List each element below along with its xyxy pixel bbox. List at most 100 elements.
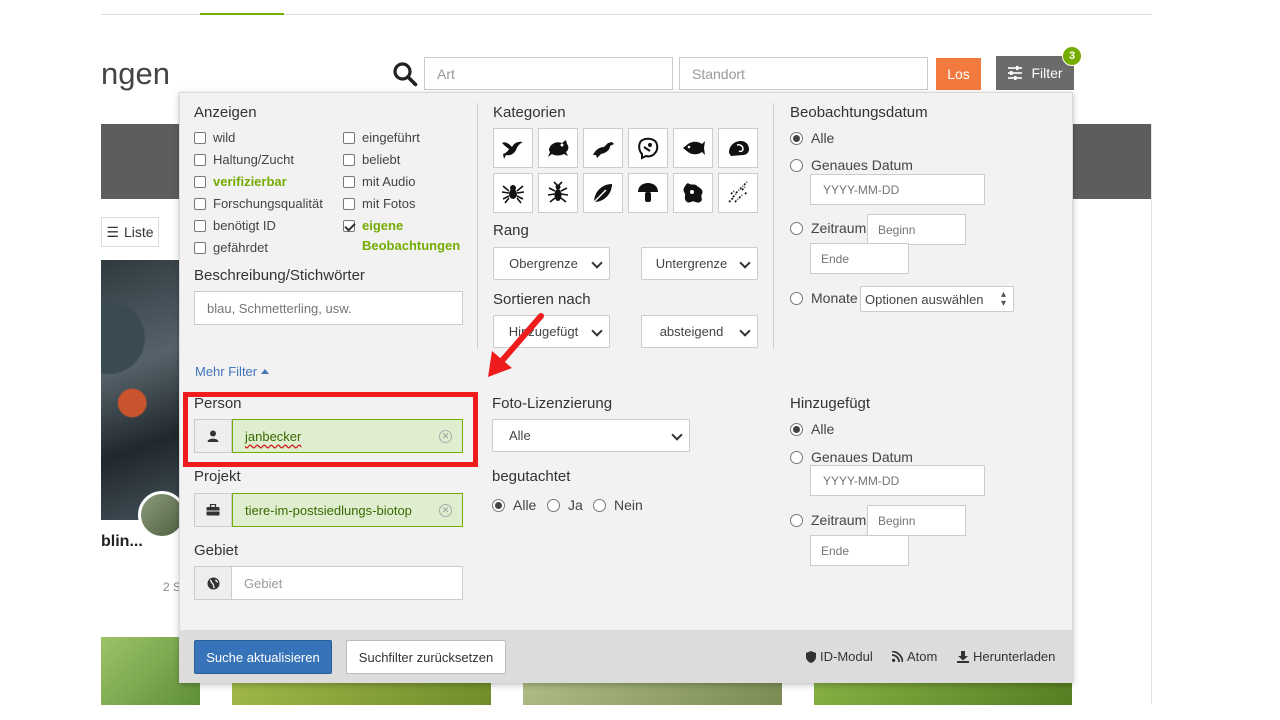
- rank-section-title: Rang: [493, 222, 529, 239]
- category-amphibian-button[interactable]: [538, 128, 578, 168]
- radio[interactable]: [790, 221, 803, 235]
- list-view-label: Liste: [123, 224, 154, 240]
- added-exact-date-input[interactable]: [810, 465, 985, 496]
- chevron-down-icon: [671, 429, 683, 441]
- checkbox-threatened[interactable]: gefährdet: [194, 238, 268, 258]
- checkbox[interactable]: [194, 176, 206, 188]
- briefcase-icon: [194, 493, 232, 527]
- reviewed-no-radio[interactable]: Nein: [593, 497, 643, 513]
- category-arachnid-button[interactable]: [493, 173, 533, 213]
- rank-lower-select[interactable]: Untergrenze: [641, 247, 758, 280]
- checkbox[interactable]: [194, 242, 206, 254]
- project-input[interactable]: tiere-im-postsiedlungs-biotop ✕: [232, 493, 463, 527]
- radio[interactable]: [790, 291, 803, 305]
- column-divider: [773, 103, 774, 349]
- category-unknown-button[interactable]: [718, 173, 758, 213]
- category-reptile-button[interactable]: [583, 128, 623, 168]
- checkbox-with-audio[interactable]: mit Audio: [343, 172, 415, 192]
- checkbox[interactable]: [343, 176, 355, 188]
- radio[interactable]: [547, 498, 560, 512]
- added-range-end-input[interactable]: [810, 535, 909, 566]
- filter-button[interactable]: Filter: [996, 56, 1074, 90]
- category-plant-button[interactable]: [583, 173, 623, 213]
- id-module-link[interactable]: ID-Modul: [806, 649, 873, 664]
- obs-date-months-radio[interactable]: Monate: [790, 290, 858, 306]
- obs-date-any-radio[interactable]: Alle: [790, 130, 834, 146]
- category-fish-button[interactable]: [673, 128, 713, 168]
- checkbox-captive[interactable]: Haltung/Zucht: [194, 150, 294, 170]
- go-button[interactable]: Los: [936, 58, 981, 90]
- category-fungi-button[interactable]: [628, 173, 668, 213]
- checkbox[interactable]: [343, 132, 355, 144]
- checkbox[interactable]: [194, 220, 206, 232]
- category-mollusk-button[interactable]: [718, 128, 758, 168]
- category-mammal-button[interactable]: [628, 128, 668, 168]
- protozoa-icon: [683, 183, 703, 203]
- checkbox-verifiable[interactable]: verifizierbar: [194, 172, 287, 192]
- obs-date-exact-radio[interactable]: Genaues Datum: [790, 157, 913, 173]
- checkbox-popular[interactable]: beliebt: [343, 150, 400, 170]
- reviewed-any-radio[interactable]: Alle: [492, 497, 536, 513]
- radio[interactable]: [593, 498, 606, 512]
- radio[interactable]: [790, 422, 803, 436]
- obs-range-end-input[interactable]: [810, 243, 909, 274]
- obs-date-range-radio[interactable]: Zeitraum: [790, 220, 866, 236]
- bird-icon: [502, 141, 523, 159]
- checkbox-own-observations[interactable]: eigene Beobachtungen: [343, 216, 460, 256]
- added-exact-radio[interactable]: Genaues Datum: [790, 449, 913, 465]
- page-title: ngen: [101, 56, 170, 91]
- checkbox[interactable]: [194, 132, 206, 144]
- place-input[interactable]: Gebiet: [232, 566, 463, 600]
- checkbox[interactable]: [194, 154, 206, 166]
- chevron-down-icon: [739, 257, 751, 269]
- clear-icon[interactable]: ✕: [439, 504, 452, 517]
- checkbox-wild[interactable]: wild: [194, 128, 235, 148]
- checkbox[interactable]: [194, 198, 206, 210]
- category-insect-button[interactable]: [538, 173, 578, 213]
- reset-filters-button[interactable]: Suchfilter zurücksetzen: [346, 640, 506, 674]
- obs-range-start-input[interactable]: [867, 214, 966, 245]
- photo-license-select[interactable]: Alle: [492, 419, 690, 452]
- active-tab-indicator: [200, 13, 284, 15]
- description-input[interactable]: [194, 291, 463, 325]
- more-filters-toggle[interactable]: Mehr Filter: [195, 364, 270, 379]
- annotation-highlight-box: [183, 392, 478, 467]
- months-select[interactable]: Optionen auswählen ▴ ▾: [860, 286, 1014, 312]
- observation-photo[interactable]: [101, 260, 179, 520]
- sort-order-select[interactable]: absteigend: [641, 315, 758, 348]
- species-search-input[interactable]: [424, 57, 673, 90]
- rank-upper-select[interactable]: Obergrenze: [493, 247, 610, 280]
- update-search-button[interactable]: Suche aktualisieren: [194, 640, 332, 674]
- added-any-radio[interactable]: Alle: [790, 421, 834, 437]
- photo-license-title: Foto-Lizenzierung: [492, 395, 613, 412]
- category-bird-button[interactable]: [493, 128, 533, 168]
- location-search-input[interactable]: [679, 57, 928, 90]
- checkbox[interactable]: [343, 154, 355, 166]
- radio[interactable]: [790, 513, 803, 527]
- list-view-button[interactable]: ☰ Liste: [101, 217, 159, 247]
- list-icon: ☰: [106, 223, 119, 240]
- category-protozoa-button[interactable]: [673, 173, 713, 213]
- radio[interactable]: [492, 498, 505, 512]
- filter-button-label: Filter: [1031, 65, 1063, 81]
- reviewed-yes-radio[interactable]: Ja: [547, 497, 583, 513]
- obs-exact-date-input[interactable]: [810, 174, 985, 205]
- checkbox-needs-id[interactable]: benötigt ID: [194, 216, 276, 236]
- checkbox-with-photos[interactable]: mit Fotos: [343, 194, 415, 214]
- checkbox-research-grade[interactable]: Forschungsqualität: [194, 194, 323, 214]
- observation-title[interactable]: blin...: [101, 533, 143, 551]
- observation-date-title: Beobachtungsdatum: [790, 104, 928, 121]
- checkbox-introduced[interactable]: eingeführt: [343, 128, 420, 148]
- atom-feed-link[interactable]: Atom: [892, 649, 937, 664]
- checkbox-checked[interactable]: [343, 220, 355, 232]
- download-link[interactable]: Herunterladen: [957, 649, 1055, 664]
- radio[interactable]: [790, 131, 803, 145]
- radio[interactable]: [790, 450, 803, 464]
- checkbox[interactable]: [343, 198, 355, 210]
- fungi-icon: [638, 183, 658, 202]
- added-range-start-input[interactable]: [867, 505, 966, 536]
- added-range-radio[interactable]: Zeitraum: [790, 512, 866, 528]
- radio[interactable]: [790, 158, 803, 172]
- categories-section-title: Kategorien: [493, 104, 566, 121]
- sliders-icon: [1008, 66, 1023, 80]
